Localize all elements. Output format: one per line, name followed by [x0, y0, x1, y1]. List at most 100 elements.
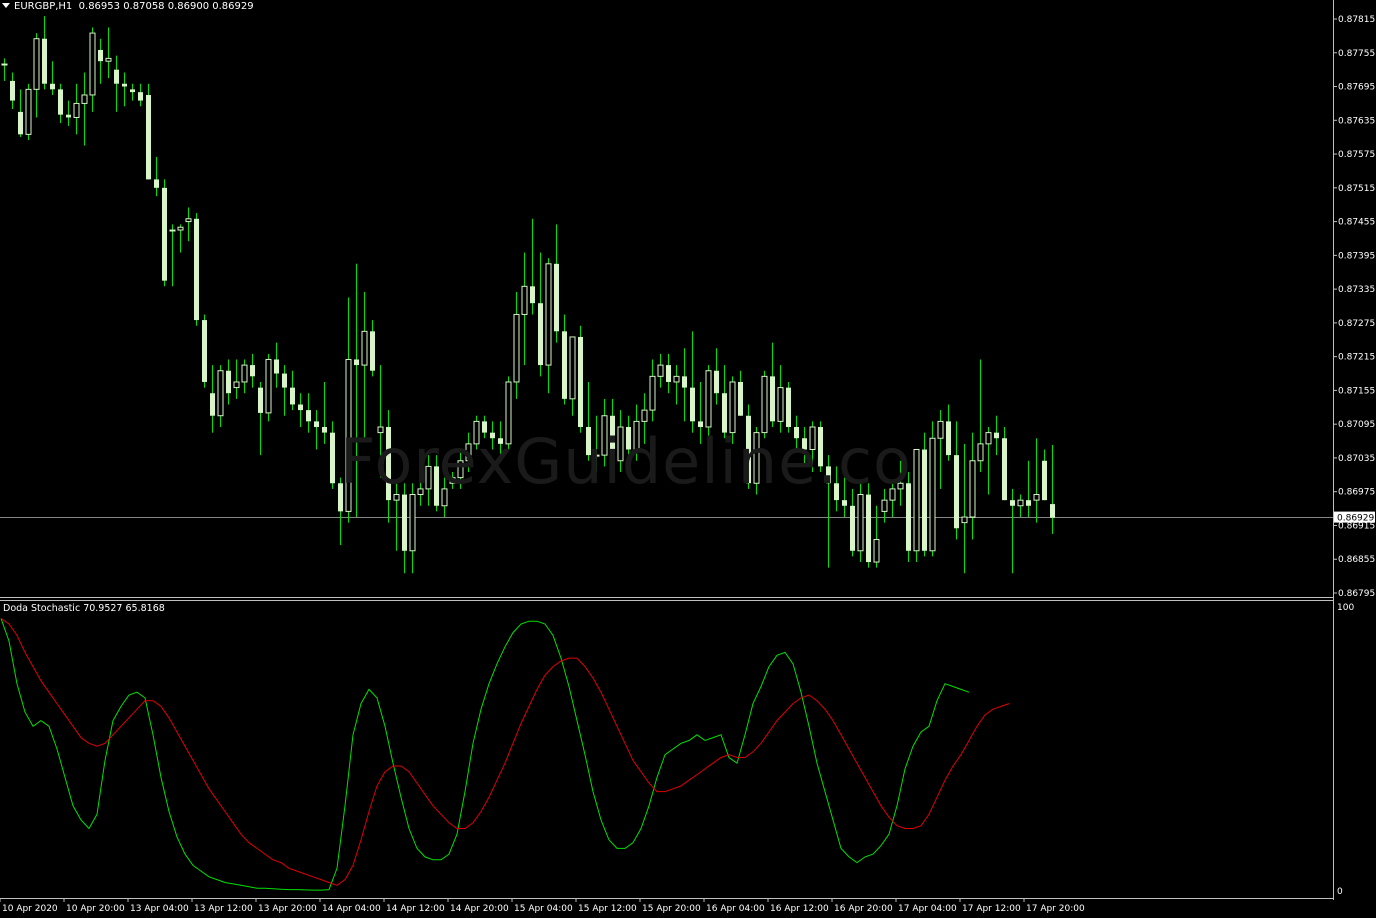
- indicator-scale-top: 100: [1337, 603, 1354, 613]
- candle-body-bear: [50, 83, 55, 90]
- price-tick-label: 0.87395: [1338, 251, 1375, 261]
- current-price-tag-label: 0.86929: [1337, 514, 1374, 524]
- price-tick-label: 0.87035: [1338, 454, 1375, 464]
- candle-body-bull: [33, 38, 40, 90]
- candle-body-bear: [114, 69, 119, 84]
- price-tick-label: 0.86855: [1338, 555, 1375, 565]
- candle-body-bear: [290, 387, 295, 405]
- candle-body-bull: [913, 449, 920, 552]
- candle-body-bear: [770, 376, 775, 422]
- price-tick-label: 0.87155: [1338, 386, 1375, 396]
- candle-body-bull: [1033, 494, 1040, 501]
- candle-body-bull: [169, 229, 176, 232]
- candle-body-bull: [1, 63, 8, 66]
- price-tick-label: 0.87695: [1338, 83, 1375, 93]
- candle-body-bull: [513, 313, 520, 383]
- candle-body-bear: [18, 111, 23, 135]
- candle-body-bull: [985, 432, 992, 445]
- candle-body-bear: [1050, 504, 1055, 518]
- candle-body-bull: [657, 364, 664, 377]
- candle-body-bull: [185, 218, 192, 223]
- candle-body-bear: [842, 500, 847, 506]
- price-tick-label: 0.87755: [1338, 49, 1375, 59]
- time-tick-label: 15 Apr 04:00: [514, 904, 573, 914]
- price-tick-label: 0.87335: [1338, 285, 1375, 295]
- candle-body-bull: [881, 499, 888, 512]
- price-tick-label: 0.87455: [1338, 218, 1375, 228]
- candle-body-bear: [258, 387, 263, 413]
- candle-body-bull: [265, 358, 272, 414]
- time-tick-label: 14 Apr 04:00: [322, 904, 381, 914]
- candle-body-bear: [578, 336, 583, 427]
- candle-body-bear: [714, 370, 719, 394]
- candle-body-bull: [969, 460, 976, 518]
- candle-body-bear: [130, 89, 135, 93]
- candle-body-bear: [10, 80, 15, 101]
- candle-body-bear: [306, 410, 311, 422]
- indicator-scale-bottom: 0: [1337, 887, 1343, 897]
- candle-body-bull: [649, 375, 656, 411]
- candle-body-bull: [361, 330, 368, 366]
- candle-body-bear: [538, 303, 543, 366]
- time-tick-label: 10 Apr 20:00: [66, 904, 125, 914]
- price-tick-label: 0.87275: [1338, 319, 1375, 329]
- candle-body-bear: [1002, 438, 1007, 501]
- candle-body-bear: [354, 359, 359, 366]
- candle-body-bear: [682, 376, 687, 388]
- time-tick-label: 14 Apr 12:00: [386, 904, 445, 914]
- candle-body-bear: [786, 387, 791, 427]
- dropdown-arrow-icon[interactable]: [2, 3, 10, 8]
- chart-title[interactable]: EURGBP,H1 0.86953 0.87058 0.86900 0.8692…: [2, 1, 254, 12]
- candle-body-bear: [154, 179, 159, 188]
- candle-body-bull: [409, 494, 416, 552]
- candle-body-bull: [545, 263, 552, 366]
- candle-body-bull: [641, 409, 648, 422]
- time-tick-label: 13 Apr 04:00: [130, 904, 189, 914]
- price-tick-label: 0.87815: [1338, 15, 1375, 25]
- candle-body-bull: [705, 370, 712, 428]
- price-tick-label: 0.86795: [1338, 589, 1375, 599]
- candle-body-bear: [738, 381, 743, 416]
- time-tick-label: 17 Apr 20:00: [1026, 904, 1085, 914]
- candle-body-bear: [146, 94, 151, 180]
- candle-body-bull: [929, 437, 936, 552]
- time-tick-label: 13 Apr 20:00: [258, 904, 317, 914]
- candle-body-bear: [226, 370, 231, 394]
- candle-body-bear: [330, 432, 335, 484]
- candle-body-bear: [202, 320, 207, 382]
- candle-body-bull: [217, 370, 224, 417]
- candle-body-bear: [322, 426, 327, 433]
- candle-body-bear: [98, 49, 103, 62]
- candle-body-bear: [122, 83, 127, 87]
- candle-body-bear: [1026, 500, 1031, 506]
- time-tick-label: 14 Apr 20:00: [450, 904, 509, 914]
- candle-body-bull: [81, 94, 88, 104]
- time-tick-label: 15 Apr 20:00: [642, 904, 701, 914]
- candle-body-bear: [1042, 460, 1047, 501]
- candle-body-bull: [857, 494, 864, 552]
- candle-body-bull: [569, 336, 576, 400]
- candle-body-bull: [89, 32, 96, 96]
- time-tick-label: 16 Apr 20:00: [834, 904, 893, 914]
- candle-body-bear: [66, 114, 71, 118]
- candle-body-bear: [402, 494, 407, 551]
- candle-body-bear: [274, 359, 279, 374]
- watermark: ForexGuideline.co: [340, 425, 912, 498]
- candle-body-bull: [241, 364, 248, 383]
- time-tick-label: 10 Apr 2020: [2, 904, 58, 914]
- candle-body-bear: [866, 494, 871, 563]
- candle-body-bull: [777, 387, 784, 422]
- candle-body-bull: [105, 57, 112, 62]
- time-tick-label: 17 Apr 12:00: [962, 904, 1021, 914]
- candle-body-bear: [138, 92, 143, 101]
- candle-body-bear: [690, 387, 695, 422]
- candle-body-bull: [177, 226, 184, 231]
- price-tick-label: 0.87575: [1338, 150, 1375, 160]
- candle-body-bear: [210, 393, 215, 416]
- time-tick-label: 16 Apr 12:00: [770, 904, 829, 914]
- candle-body-bear: [554, 263, 559, 332]
- candle-body-bear: [946, 421, 951, 456]
- candle-body-bear: [1010, 500, 1015, 506]
- candle-body-bear: [562, 331, 567, 399]
- candle-body-bull: [73, 102, 80, 118]
